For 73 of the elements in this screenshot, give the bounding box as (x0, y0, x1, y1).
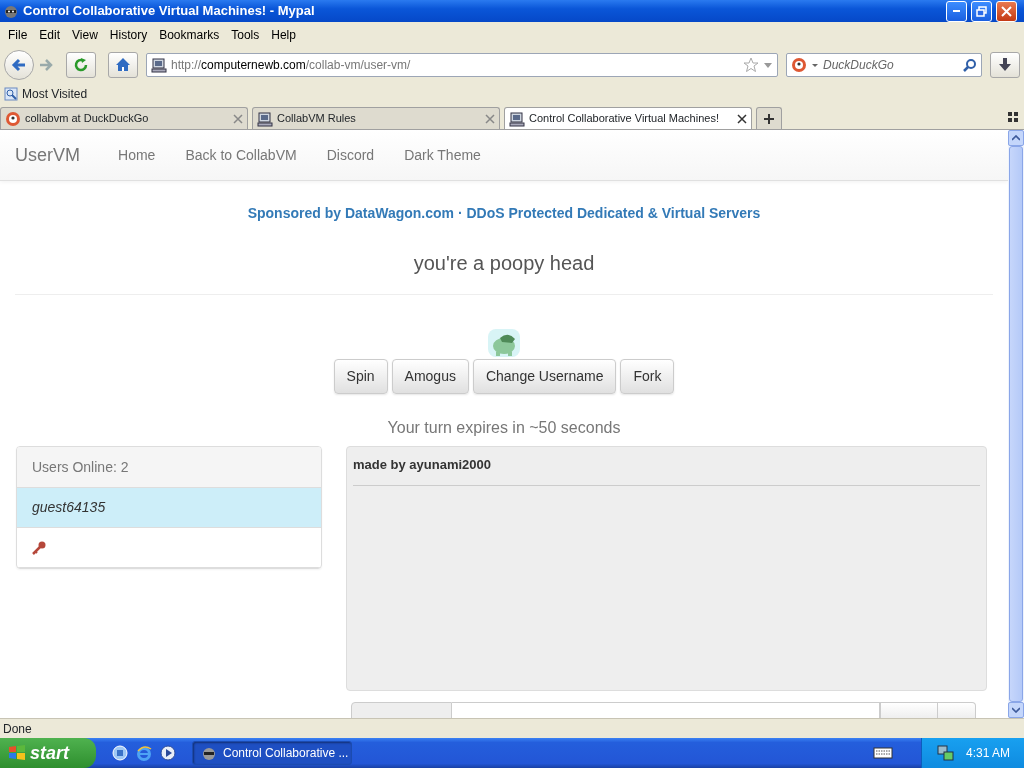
status-text: Done (3, 720, 32, 738)
new-tab-button[interactable] (756, 107, 782, 129)
menu-item[interactable]: Tools (225, 26, 266, 44)
users-online-heading: Users Online: 2 (32, 457, 129, 477)
user-row[interactable]: guest64135 (17, 488, 321, 528)
computer-icon (257, 110, 273, 127)
bookmark-icon (4, 87, 18, 101)
back-arrow-icon (11, 57, 27, 73)
menu-item[interactable]: Bookmarks (153, 26, 226, 44)
search-placeholder: DuckDuckGo (823, 57, 895, 74)
vm-action-button[interactable]: Fork (620, 359, 675, 394)
search-icon[interactable] (963, 58, 977, 72)
clock-text: 4:31 AM (965, 745, 1010, 762)
browser-tab[interactable]: collabvm at DuckDuckGo (0, 107, 248, 129)
frog-icon (488, 329, 520, 357)
plus-icon (763, 112, 775, 125)
browser-e-icon[interactable] (136, 745, 152, 761)
download-button[interactable] (990, 52, 1020, 78)
download-icon (997, 57, 1013, 73)
nav-link[interactable]: Home (103, 144, 171, 166)
media-player-icon[interactable] (160, 745, 176, 761)
keyboard-icon[interactable] (872, 746, 893, 760)
url-text: http://computernewb.com/collab-vm/user-vm/ (171, 57, 412, 74)
tab-label: Control Collaborative Virtual Machines! (529, 111, 720, 127)
nav-link[interactable]: Discord (311, 144, 390, 166)
restore-button[interactable] (971, 0, 992, 22)
close-icon (1001, 5, 1012, 17)
menu-item[interactable]: History (103, 26, 154, 44)
tab-list-icon[interactable] (1008, 112, 1018, 122)
menu-item[interactable]: Help (265, 26, 302, 44)
sponsor-link[interactable]: Sponsored by DataWagon.com · DDoS Protected Dedicated & Virtual Servers (247, 203, 761, 224)
tab-label: collabvm at DuckDuckGo (25, 111, 150, 127)
menu-item[interactable]: File (2, 26, 34, 44)
close-button[interactable] (996, 0, 1017, 22)
vm-action-button[interactable]: Amogus (391, 359, 469, 394)
menu-item[interactable]: Edit (33, 26, 67, 44)
taskbar-button[interactable]: Control Collaborative ... (192, 741, 352, 765)
vm-action-button[interactable]: Spin (333, 359, 388, 394)
menu-item[interactable]: View (66, 26, 104, 44)
minimize-icon (953, 10, 960, 12)
close-tab-icon[interactable] (737, 113, 747, 124)
reload-icon (73, 57, 89, 73)
home-icon (115, 57, 131, 73)
raccoon-icon (201, 745, 217, 761)
scroll-up-icon[interactable] (1012, 135, 1020, 141)
page-heading: you're a poopy head (413, 251, 595, 276)
browser-tab[interactable]: Control Collaborative Virtual Machines! (504, 107, 752, 129)
windows-flag-icon (8, 744, 26, 762)
minimize-button[interactable] (946, 0, 967, 22)
home-button[interactable] (108, 52, 138, 78)
restore-icon (976, 5, 987, 17)
bookmark-link[interactable]: Most Visited (22, 85, 88, 103)
chat-message: made by ayunami2000 (353, 455, 980, 486)
nav-link[interactable]: Dark Theme (389, 144, 496, 166)
search-field[interactable]: DuckDuckGo (786, 53, 982, 77)
vm-action-button[interactable]: Change Username (472, 359, 617, 394)
computer-icon (509, 110, 525, 127)
site-brand[interactable]: UserVM (0, 141, 95, 169)
window-title: Control Collaborative Virtual Machines! - Mypal (23, 2, 316, 21)
address-field[interactable]: http://computernewb.com/collab-vm/user-vm/ (146, 53, 778, 77)
key-icon (32, 540, 46, 555)
network-icon[interactable] (935, 744, 954, 762)
scrollbar[interactable] (1008, 130, 1024, 718)
scroll-down-icon[interactable] (1012, 707, 1020, 713)
star-icon[interactable] (743, 57, 759, 73)
back-button[interactable] (4, 50, 34, 80)
reload-button[interactable] (66, 52, 96, 78)
tab-label: CollabVM Rules (277, 111, 357, 127)
computer-icon (151, 57, 167, 73)
raccoon-icon (3, 3, 19, 19)
nav-link[interactable]: Back to CollabVM (170, 144, 312, 166)
browser-tab[interactable]: CollabVM Rules (252, 107, 500, 129)
turn-timer-text: Your turn expires in ~50 seconds (387, 418, 621, 438)
